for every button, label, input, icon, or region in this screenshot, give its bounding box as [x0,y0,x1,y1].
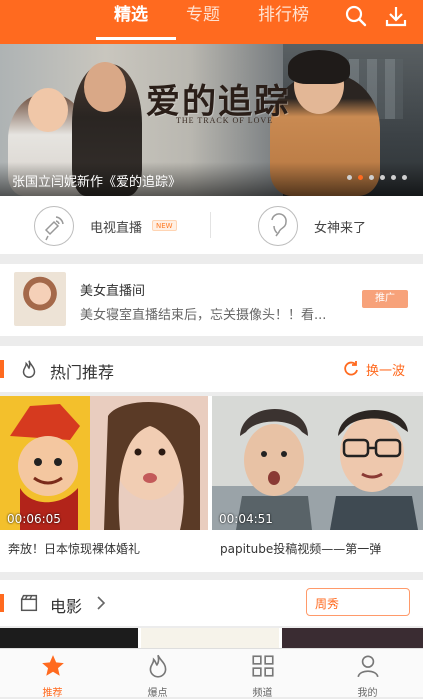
movie-poster[interactable] [282,628,423,650]
user-icon [357,655,379,678]
banner-actress-right-hair [288,50,350,84]
banner-caption: 张国立闫妮新作《爱的追踪》 [12,175,182,190]
new-badge: NEW [152,220,177,231]
video-card[interactable]: 00:04:51 papitube投稿视频——第一弹 [212,396,423,572]
flame-icon [149,654,167,678]
video-duration: 00:06:05 [7,512,61,526]
carousel-dot[interactable] [402,175,407,180]
active-tab-indicator [96,37,176,40]
quick-entries: 电视直播 NEW 女神来了 [0,196,423,254]
tv-live-button[interactable] [34,206,74,246]
live-room-thumbnail [14,272,66,326]
goddess-icon [271,213,287,237]
video-grid: 00:06:05 奔放！日本惊现裸体婚礼 00:04:51 papitube投稿… [0,396,423,572]
film-clapper-icon [20,594,38,612]
carousel-dot[interactable] [347,175,352,180]
video-thumbnail: 00:04:51 [212,396,423,530]
search-icon[interactable] [344,4,368,28]
satellite-icon [44,216,64,241]
goddess-label[interactable]: 女神来了 [314,217,366,236]
carousel-dot[interactable] [380,175,385,180]
movie-poster-row [0,628,423,650]
video-title: 奔放！日本惊现裸体婚礼 [8,542,141,556]
movie-section-title[interactable]: 电影 [50,593,82,617]
top-bar: 精选 专题 排行榜 [0,0,423,44]
flame-icon [22,360,36,378]
carousel-dot[interactable] [369,175,374,180]
banner-actor-face [84,62,126,112]
nav-channels[interactable]: 频道 [210,649,315,699]
grid-icon [252,655,274,677]
movie-poster[interactable] [0,628,138,650]
tab-rankings[interactable]: 排行榜 [258,0,309,44]
movie-section-header: 电影 周秀 [0,580,423,626]
tv-live-label[interactable]: 电视直播 [90,217,142,236]
refresh-button[interactable]: 换一波 [366,360,405,379]
section-accent-bar [0,594,4,612]
featured-banner[interactable]: 爱的追踪 THE TRACK OF LOVE 张国立闫妮新作《爱的追踪》 [0,44,423,196]
star-icon [42,655,64,676]
refresh-icon[interactable] [342,360,360,378]
promo-badge: 推广 [362,290,408,308]
video-thumbnail: 00:06:05 [0,396,208,530]
video-card[interactable]: 00:06:05 奔放！日本惊现裸体婚礼 [0,396,208,572]
carousel-dots [341,165,407,184]
nav-recommend[interactable]: 推荐 [0,649,105,699]
divider [210,212,211,238]
vlog-couple-illustration [212,396,423,530]
nav-mine[interactable]: 我的 [315,649,420,699]
movie-poster[interactable] [141,628,279,650]
video-title: papitube投稿视频——第一弹 [220,542,382,556]
download-icon[interactable] [384,4,408,28]
bottom-navigation: 推荐 爆点 频道 我的 [0,648,423,699]
banner-title-english: THE TRACK OF LOVE [176,116,274,125]
movie-feature-button[interactable]: 周秀 [306,588,410,616]
nav-hot[interactable]: 爆点 [105,649,210,699]
cartoon-character-illustration [0,396,200,530]
carousel-dot-active[interactable] [358,175,363,180]
video-duration: 00:04:51 [219,512,273,526]
chevron-right-icon[interactable] [96,596,106,610]
live-room-subtitle: 美女寝室直播结束后，忘关摄像头！！看... [80,308,327,323]
hot-section-header: 热门推荐 换一波 [0,346,423,392]
carousel-dot[interactable] [391,175,396,180]
hot-section-title: 热门推荐 [50,363,115,382]
banner-actress-left-face [28,88,68,132]
tab-topics[interactable]: 专题 [186,0,220,44]
section-accent-bar [0,360,4,378]
movie-feature-button-label: 周秀 [315,597,340,611]
live-room-card[interactable]: 美女直播间 美女寝室直播结束后，忘关摄像头！！看... 推广 [0,264,423,336]
goddess-button[interactable] [258,206,298,246]
live-room-title: 美女直播间 [80,284,146,299]
